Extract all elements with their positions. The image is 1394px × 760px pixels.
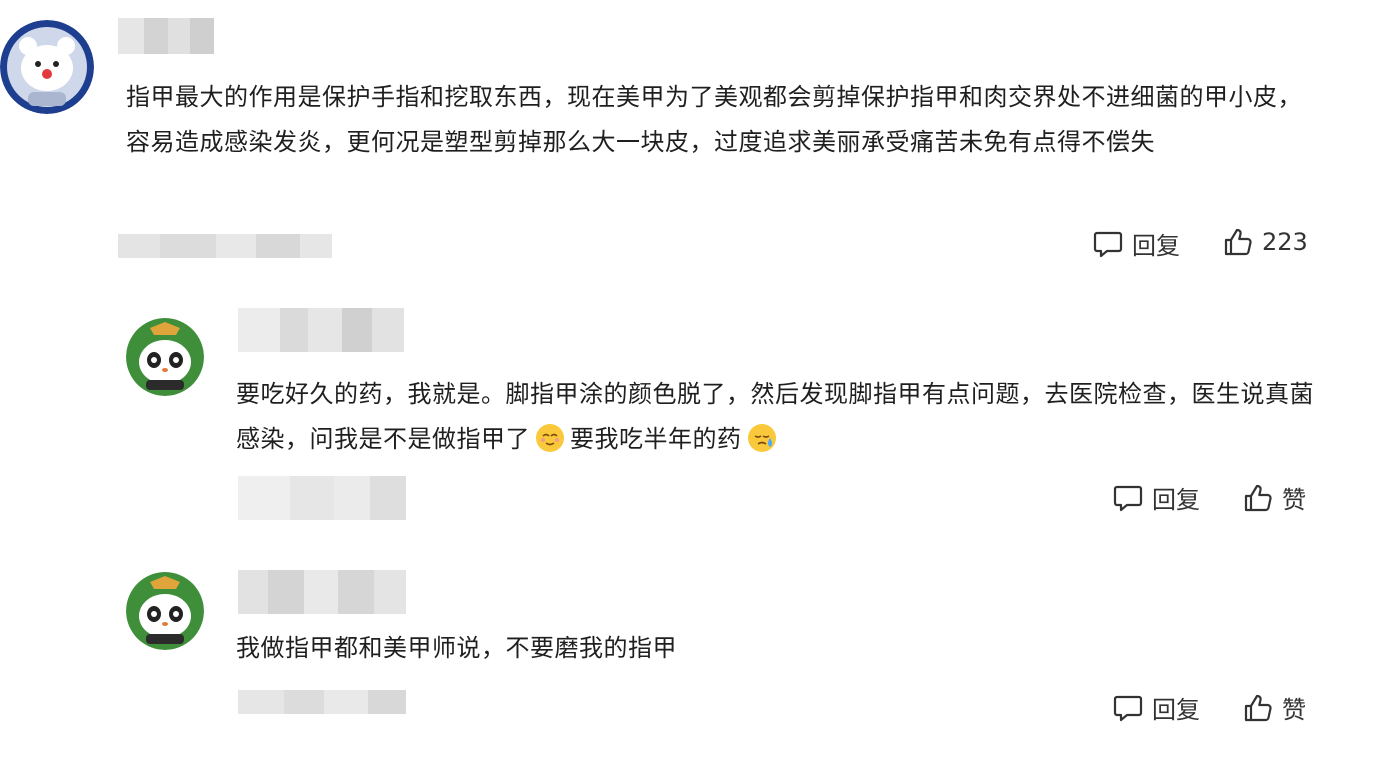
commenter-name-blurred — [118, 18, 214, 54]
thumbs-up-icon — [1224, 228, 1252, 256]
panda-avatar-icon — [126, 572, 204, 650]
reply-text: 要吃好久的药，我就是。脚指甲涂的颜色脱了，然后发现脚指甲有点问题，去医院检查，医… — [236, 372, 1316, 462]
like-label: 赞 — [1282, 696, 1306, 724]
thumbs-up-icon — [1244, 694, 1272, 721]
thumbs-up-icon — [1244, 484, 1272, 511]
like-button[interactable]: 赞 — [1242, 480, 1306, 515]
reply-button[interactable]: 回复 — [1092, 226, 1180, 261]
panda-avatar-icon — [126, 318, 204, 396]
comment-icon — [1113, 485, 1143, 511]
reply-name-blurred — [238, 308, 404, 352]
like-label: 赞 — [1282, 486, 1306, 514]
reply-name-blurred — [238, 570, 406, 614]
like-button[interactable]: 赞 — [1242, 690, 1306, 725]
relieved-face-emoji — [536, 424, 564, 452]
reply-button[interactable]: 回复 — [1112, 480, 1200, 515]
comment-icon — [1113, 695, 1143, 721]
crying-face-emoji — [747, 424, 776, 452]
reply-button[interactable]: 回复 — [1112, 690, 1200, 725]
comment-icon — [1093, 231, 1123, 257]
reply-label: 回复 — [1152, 486, 1200, 514]
like-count: 223 — [1262, 228, 1308, 256]
reply-label: 回复 — [1132, 232, 1180, 260]
reply-label: 回复 — [1152, 696, 1200, 724]
like-button[interactable]: 223 — [1222, 226, 1308, 258]
commenter-avatar[interactable] — [0, 20, 94, 114]
reply-avatar[interactable] — [126, 318, 204, 396]
comment-text: 指甲最大的作用是保护手指和挖取东西，现在美甲为了美观都会剪掉保护指甲和肉交界处不… — [126, 83, 1302, 156]
reply-meta-blurred — [238, 690, 406, 714]
reply-text-part2: 要我吃半年的药 — [570, 425, 742, 453]
polar-bear-avatar-icon — [0, 20, 94, 114]
reply-meta-blurred — [238, 476, 406, 520]
reply-text: 我做指甲都和美甲师说，不要磨我的指甲 — [236, 634, 677, 662]
comment-meta-blurred — [118, 234, 332, 258]
reply-avatar[interactable] — [126, 572, 204, 650]
